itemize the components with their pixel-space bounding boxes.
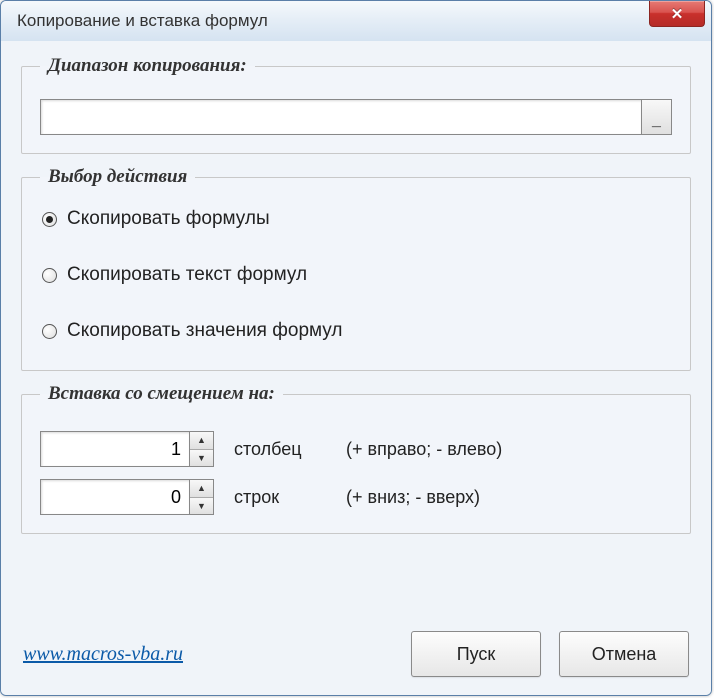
radio-dot-icon	[46, 216, 53, 223]
dialog-content: Диапазон копирования: _ Выбор действия С…	[1, 41, 711, 695]
radio-copy-formula-values[interactable]: Скопировать значения формул	[42, 320, 670, 342]
dialog-window: Копирование и вставка формул ✕ Диапазон …	[0, 0, 712, 696]
cancel-button[interactable]: Отмена	[559, 631, 689, 677]
radio-group: Скопировать формулы Скопировать текст фо…	[40, 202, 672, 352]
row-spinner: ▲ ▼	[40, 479, 214, 515]
spinner-buttons: ▲ ▼	[190, 431, 214, 467]
radio-icon	[42, 324, 57, 339]
row-offset-hint: (+ вниз; - вверх)	[346, 487, 480, 508]
range-input[interactable]	[40, 99, 642, 135]
offset-row-columns: ▲ ▼ столбец (+ вправо; - влево)	[40, 431, 672, 467]
copy-range-legend: Диапазон копирования:	[40, 55, 255, 77]
titlebar: Копирование и вставка формул ✕	[1, 1, 711, 41]
column-offset-hint: (+ вправо; - влево)	[346, 439, 502, 460]
run-button[interactable]: Пуск	[411, 631, 541, 677]
radio-label: Скопировать значения формул	[67, 320, 342, 342]
range-picker-icon: _	[652, 112, 661, 130]
action-legend: Выбор действия	[40, 166, 195, 188]
range-input-wrap: _	[40, 99, 672, 135]
close-button[interactable]: ✕	[649, 1, 705, 27]
chevron-down-icon: ▼	[197, 501, 206, 511]
offset-row-rows: ▲ ▼ строк (+ вниз; - вверх)	[40, 479, 672, 515]
chevron-down-icon: ▼	[197, 453, 206, 463]
group-action: Выбор действия Скопировать формулы Скопи…	[21, 166, 691, 371]
column-spinner: ▲ ▼	[40, 431, 214, 467]
column-offset-input[interactable]	[40, 431, 190, 467]
website-link[interactable]: www.macros-vba.ru	[23, 643, 393, 666]
row-offset-label: строк	[234, 487, 324, 508]
radio-copy-formulas[interactable]: Скопировать формулы	[42, 208, 670, 230]
radio-icon	[42, 212, 57, 227]
group-copy-range: Диапазон копирования: _	[21, 55, 691, 154]
chevron-up-icon: ▲	[197, 483, 206, 493]
radio-icon	[42, 268, 57, 283]
offset-legend: Вставка со смещением на:	[40, 383, 283, 405]
footer: www.macros-vba.ru Пуск Отмена	[21, 625, 691, 677]
row-offset-input[interactable]	[40, 479, 190, 515]
column-offset-label: столбец	[234, 439, 324, 460]
row-offset-up[interactable]: ▲	[190, 480, 213, 498]
spinner-buttons: ▲ ▼	[190, 479, 214, 515]
radio-copy-formula-text[interactable]: Скопировать текст формул	[42, 264, 670, 286]
row-offset-down[interactable]: ▼	[190, 498, 213, 515]
column-offset-down[interactable]: ▼	[190, 450, 213, 467]
radio-label: Скопировать формулы	[67, 208, 270, 230]
window-title: Копирование и вставка формул	[17, 11, 268, 31]
range-picker-button[interactable]: _	[642, 99, 672, 135]
column-offset-up[interactable]: ▲	[190, 432, 213, 450]
chevron-up-icon: ▲	[197, 435, 206, 445]
group-offset: Вставка со смещением на: ▲ ▼ столбец (+ …	[21, 383, 691, 534]
radio-label: Скопировать текст формул	[67, 264, 307, 286]
close-icon: ✕	[671, 5, 684, 23]
